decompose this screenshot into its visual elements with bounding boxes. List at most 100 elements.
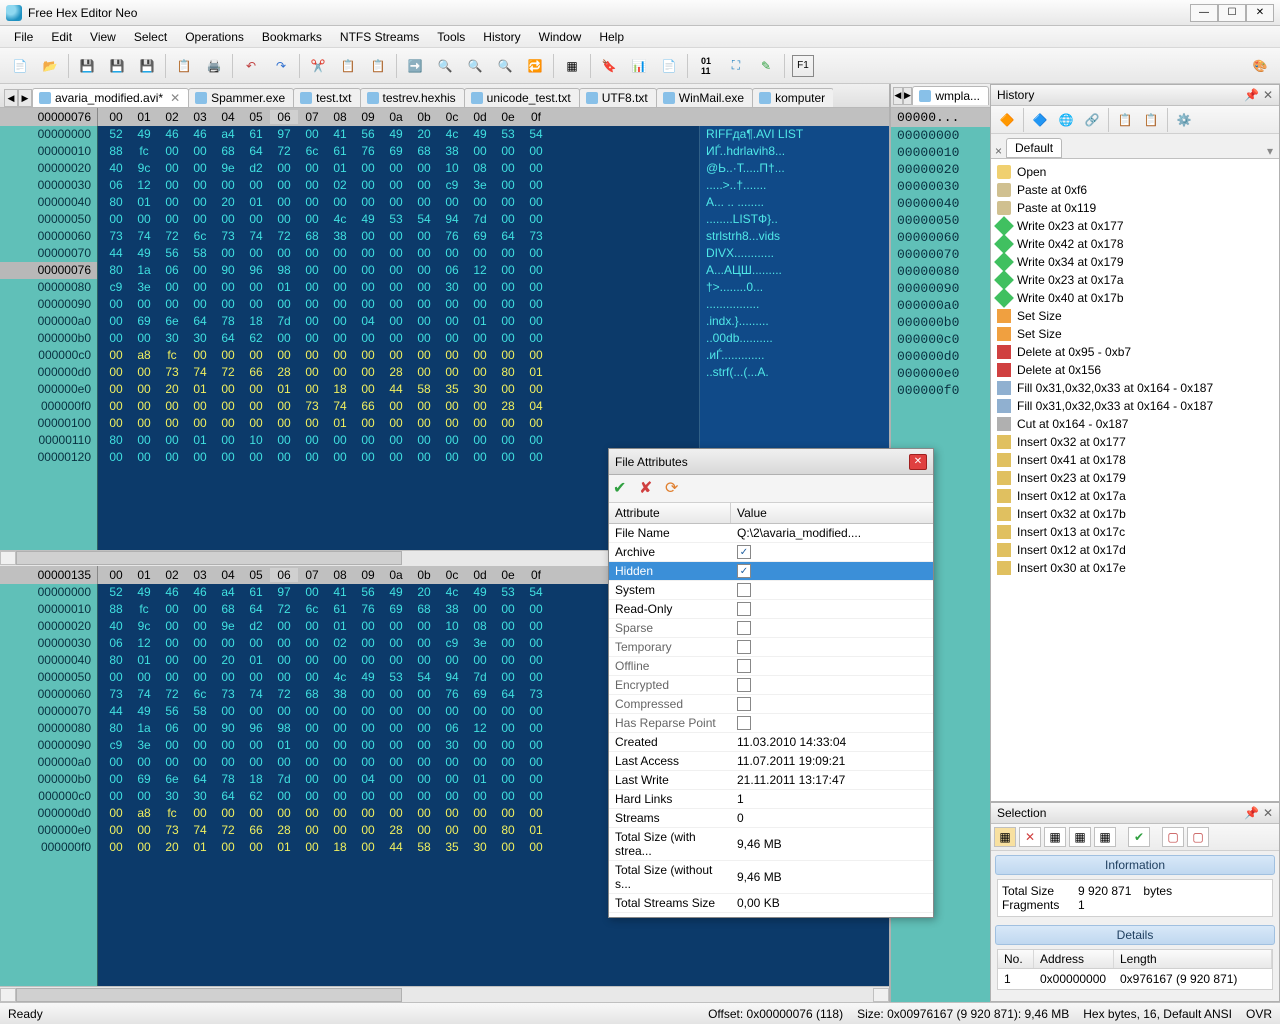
menu-item-bookmarks[interactable]: Bookmarks	[254, 28, 330, 46]
history-item[interactable]: Write 0x34 at 0x179	[997, 253, 1273, 271]
sel-tool-6-icon[interactable]: ✔	[1128, 827, 1150, 847]
menu-item-history[interactable]: History	[475, 28, 528, 46]
history-item[interactable]: Write 0x42 at 0x178	[997, 235, 1273, 253]
tab-file[interactable]: testrev.hexhis	[360, 88, 465, 107]
open-file-icon[interactable]: 📂	[36, 52, 64, 80]
checkbox-icon[interactable]	[737, 602, 751, 616]
tab-file[interactable]: WinMail.exe	[656, 88, 753, 107]
menu-item-edit[interactable]: Edit	[43, 28, 80, 46]
sec-tab-next-icon[interactable]: ▶	[903, 87, 913, 105]
bookmark-icon[interactable]: 🔖	[595, 52, 623, 80]
hist-tool-7-icon[interactable]: ⚙️	[1172, 109, 1196, 131]
history-item[interactable]: Delete at 0x156	[997, 361, 1273, 379]
history-item[interactable]: Insert 0x12 at 0x17a	[997, 487, 1273, 505]
save-all-icon[interactable]: 💾	[133, 52, 161, 80]
sel-tool-2-icon[interactable]: ✕	[1019, 827, 1041, 847]
scrollbar-h-bottom[interactable]	[0, 986, 889, 1002]
sel-tool-1-icon[interactable]: ▦	[994, 827, 1016, 847]
save-icon[interactable]: 💾	[73, 52, 101, 80]
tab-next-icon[interactable]: ▶	[18, 89, 32, 107]
fa-col-attribute[interactable]: Attribute	[609, 503, 731, 523]
fa-row-archive[interactable]: Archive✓	[609, 543, 933, 562]
fa-row-offline[interactable]: Offline	[609, 657, 933, 676]
sel-col-addr[interactable]: Address	[1034, 950, 1114, 968]
checkbox-icon[interactable]	[737, 697, 751, 711]
goto-icon[interactable]: ➡️	[401, 52, 429, 80]
history-item[interactable]: Write 0x40 at 0x17b	[997, 289, 1273, 307]
fa-apply-icon[interactable]: ✔	[613, 478, 635, 500]
sel-col-no[interactable]: No.	[998, 950, 1034, 968]
f1-icon[interactable]: F1	[789, 52, 817, 80]
checkbox-icon[interactable]	[737, 640, 751, 654]
menu-item-view[interactable]: View	[82, 28, 124, 46]
sel-tool-5-icon[interactable]: ▦	[1094, 827, 1116, 847]
history-item[interactable]: Insert 0x41 at 0x178	[997, 451, 1273, 469]
sel-col-len[interactable]: Length	[1114, 950, 1272, 968]
history-item[interactable]: Insert 0x12 at 0x17d	[997, 541, 1273, 559]
menu-item-window[interactable]: Window	[531, 28, 590, 46]
menu-item-operations[interactable]: Operations	[177, 28, 252, 46]
fa-refresh-icon[interactable]: ⟳	[665, 478, 687, 500]
binary-icon[interactable]: 0111	[692, 52, 720, 80]
checkbox-icon[interactable]	[737, 678, 751, 692]
menu-item-help[interactable]: Help	[591, 28, 632, 46]
palette-icon[interactable]: 🎨	[1246, 52, 1274, 80]
paste-icon[interactable]: 📋	[364, 52, 392, 80]
hist-tool-1-icon[interactable]: 🔶	[995, 109, 1019, 131]
history-item[interactable]: Insert 0x23 at 0x179	[997, 469, 1273, 487]
hist-tool-4-icon[interactable]: 🔗	[1080, 109, 1104, 131]
fa-row-encrypted[interactable]: Encrypted	[609, 676, 933, 695]
fa-row-last-write[interactable]: Last Write21.11.2011 13:17:47	[609, 771, 933, 790]
maximize-button[interactable]: ☐	[1218, 4, 1246, 22]
file-attributes-close-icon[interactable]: ✕	[909, 454, 927, 470]
find-prev-icon[interactable]: 🔍	[491, 52, 519, 80]
fa-row-hard-links[interactable]: Hard Links1	[609, 790, 933, 809]
fa-row-system[interactable]: System	[609, 581, 933, 600]
page-icon[interactable]: 📄	[655, 52, 683, 80]
fa-row-total-streams-size[interactable]: Total Streams Size0,00 KB	[609, 894, 933, 913]
redo-icon[interactable]: ↷	[267, 52, 295, 80]
sec-tab-label[interactable]: wmpla...	[935, 89, 980, 103]
checkbox-icon[interactable]: ✓	[737, 545, 751, 559]
hist-tool-2-icon[interactable]: 🔷	[1028, 109, 1052, 131]
tab-close-icon[interactable]: ✕	[170, 91, 180, 105]
new-file-icon[interactable]: 📄	[6, 52, 34, 80]
fa-row-read-only[interactable]: Read-Only	[609, 600, 933, 619]
expand-icon[interactable]: ⛶	[722, 52, 750, 80]
save-as-icon[interactable]: 💾	[103, 52, 131, 80]
replace-icon[interactable]: 🔁	[521, 52, 549, 80]
find-icon[interactable]: 🔍	[431, 52, 459, 80]
menu-item-file[interactable]: File	[6, 28, 41, 46]
menu-item-ntfs-streams[interactable]: NTFS Streams	[332, 28, 427, 46]
minimize-button[interactable]: —	[1190, 4, 1218, 22]
menu-item-tools[interactable]: Tools	[429, 28, 473, 46]
sel-tool-4-icon[interactable]: ▦	[1069, 827, 1091, 847]
fa-row-temporary[interactable]: Temporary	[609, 638, 933, 657]
history-tab-default[interactable]: Default	[1006, 138, 1062, 158]
hist-tool-5-icon[interactable]: 📋	[1113, 109, 1137, 131]
history-item[interactable]: Write 0x23 at 0x17a	[997, 271, 1273, 289]
history-item[interactable]: Delete at 0x95 - 0xb7	[997, 343, 1273, 361]
undo-icon[interactable]: ↶	[237, 52, 265, 80]
hist-tool-3-icon[interactable]: 🌐	[1054, 109, 1078, 131]
cut-icon[interactable]: ✂️	[304, 52, 332, 80]
fa-row-sparse[interactable]: Sparse	[609, 619, 933, 638]
history-item[interactable]: Insert 0x13 at 0x17c	[997, 523, 1273, 541]
fa-row-streams[interactable]: Streams0	[609, 809, 933, 828]
struct-icon[interactable]: 📊	[625, 52, 653, 80]
close-button[interactable]: ✕	[1246, 4, 1274, 22]
sel-tool-3-icon[interactable]: ▦	[1044, 827, 1066, 847]
fa-row-file-name[interactable]: File NameQ:\2\avaria_modified....	[609, 524, 933, 543]
sel-tool-7-icon[interactable]: ▢	[1162, 827, 1184, 847]
tab-file[interactable]: Spammer.exe	[188, 88, 294, 107]
checkbox-icon[interactable]	[737, 583, 751, 597]
checkbox-icon[interactable]	[737, 659, 751, 673]
history-item[interactable]: Insert 0x32 at 0x177	[997, 433, 1273, 451]
tab-file[interactable]: UTF8.txt	[579, 88, 657, 107]
fa-row-total-size-with-strea-[interactable]: Total Size (with strea...9,46 MB	[609, 828, 933, 861]
tab-file[interactable]: avaria_modified.avi* ✕	[32, 88, 189, 107]
sel-row[interactable]: 1 0x00000000 0x976167 (9 920 871)	[998, 971, 1272, 987]
pin-icon[interactable]: 📌	[1244, 88, 1259, 102]
checkbox-icon[interactable]	[737, 716, 751, 730]
hist-tool-6-icon[interactable]: 📋	[1139, 109, 1163, 131]
